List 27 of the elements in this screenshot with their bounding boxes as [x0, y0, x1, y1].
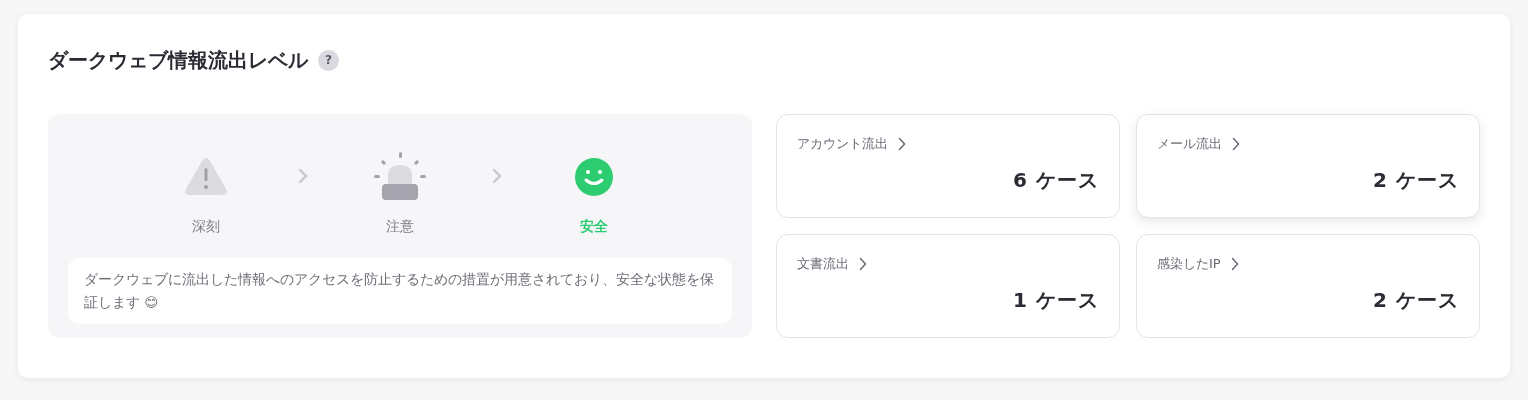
stat-card[interactable]: アカウント流出 6 ケース — [776, 114, 1120, 218]
card-label: 文書流出 — [797, 255, 849, 273]
card-label: メール流出 — [1157, 135, 1222, 153]
section-title: ダークウェブ情報流出レベル — [48, 46, 308, 74]
stat-card[interactable]: 感染したIP 2 ケース — [1136, 234, 1480, 338]
help-badge[interactable]: ? — [318, 49, 339, 71]
chevron-icon — [492, 168, 502, 184]
level-label: 安全 — [580, 218, 608, 236]
level-label: 注意 — [386, 218, 414, 236]
case-count: 2 ケース — [1373, 287, 1459, 314]
level-label: 深刻 — [192, 218, 220, 236]
case-count: 6 ケース — [1013, 167, 1099, 194]
chevron-icon — [298, 168, 308, 184]
case-count: 1 ケース — [1013, 287, 1099, 314]
status-message: ダークウェブに流出した情報へのアクセスを防止するための措置が用意されており、安全な状態を保証します 😊 — [68, 258, 732, 324]
stat-card[interactable]: メール流出 2 ケース — [1136, 114, 1480, 218]
card-label: 感染したIP — [1157, 255, 1221, 273]
siren-icon — [374, 152, 426, 202]
stat-card[interactable]: 文書流出 1 ケース — [776, 234, 1120, 338]
smiley-icon — [574, 157, 614, 197]
chevron-icon — [1232, 137, 1240, 151]
case-count: 2 ケース — [1373, 167, 1459, 194]
chevron-icon — [898, 137, 906, 151]
card-label: アカウント流出 — [797, 135, 888, 153]
chevron-icon — [859, 257, 867, 271]
warning-icon — [184, 157, 228, 197]
chevron-icon — [1230, 257, 1239, 271]
